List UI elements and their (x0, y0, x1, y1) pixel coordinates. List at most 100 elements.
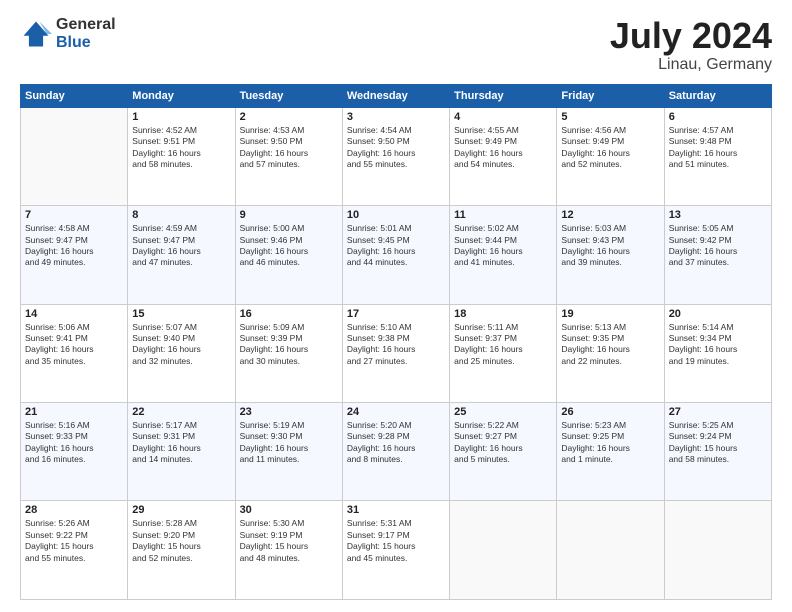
day-number: 11 (454, 209, 552, 221)
day-info: Sunrise: 5:28 AMSunset: 9:20 PMDaylight:… (132, 518, 230, 564)
header: General Blue July 2024 Linau, Germany (20, 16, 772, 74)
day-info: Sunrise: 5:17 AMSunset: 9:31 PMDaylight:… (132, 420, 230, 466)
day-info: Sunrise: 4:59 AMSunset: 9:47 PMDaylight:… (132, 223, 230, 269)
day-info: Sunrise: 5:14 AMSunset: 9:34 PMDaylight:… (669, 322, 767, 368)
col-wednesday: Wednesday (342, 84, 449, 107)
day-info: Sunrise: 4:57 AMSunset: 9:48 PMDaylight:… (669, 125, 767, 171)
day-number: 29 (132, 504, 230, 516)
day-info: Sunrise: 5:13 AMSunset: 9:35 PMDaylight:… (561, 322, 659, 368)
day-number: 14 (25, 308, 123, 320)
day-number: 15 (132, 308, 230, 320)
table-row: 8 Sunrise: 4:59 AMSunset: 9:47 PMDaylight… (128, 206, 235, 304)
day-number: 13 (669, 209, 767, 221)
table-row: 11 Sunrise: 5:02 AMSunset: 9:44 PMDayligh… (450, 206, 557, 304)
day-info: Sunrise: 5:22 AMSunset: 9:27 PMDaylight:… (454, 420, 552, 466)
day-info: Sunrise: 5:00 AMSunset: 9:46 PMDaylight:… (240, 223, 338, 269)
day-info: Sunrise: 4:55 AMSunset: 9:49 PMDaylight:… (454, 125, 552, 171)
col-tuesday: Tuesday (235, 84, 342, 107)
logo-general: General (56, 16, 116, 34)
logo-icon (20, 18, 52, 50)
day-number: 26 (561, 406, 659, 418)
day-info: Sunrise: 4:53 AMSunset: 9:50 PMDaylight:… (240, 125, 338, 171)
day-info: Sunrise: 5:20 AMSunset: 9:28 PMDaylight:… (347, 420, 445, 466)
calendar-week-3: 21 Sunrise: 5:16 AMSunset: 9:33 PMDayligh… (21, 403, 772, 501)
table-row: 2 Sunrise: 4:53 AMSunset: 9:50 PMDaylight… (235, 107, 342, 205)
table-row: 14 Sunrise: 5:06 AMSunset: 9:41 PMDayligh… (21, 304, 128, 402)
table-row: 12Sunrise: 5:03 AMSunset: 9:43 PMDayligh… (557, 206, 664, 304)
day-info: Sunrise: 5:05 AMSunset: 9:42 PMDaylight:… (669, 223, 767, 269)
day-number: 18 (454, 308, 552, 320)
table-row: 27 Sunrise: 5:25 AMSunset: 9:24 PMDayligh… (664, 403, 771, 501)
table-row: 5Sunrise: 4:56 AMSunset: 9:49 PMDaylight… (557, 107, 664, 205)
header-row: Sunday Monday Tuesday Wednesday Thursday… (21, 84, 772, 107)
day-info: Sunrise: 5:06 AMSunset: 9:41 PMDaylight:… (25, 322, 123, 368)
table-row: 15 Sunrise: 5:07 AMSunset: 9:40 PMDayligh… (128, 304, 235, 402)
table-row: 4 Sunrise: 4:55 AMSunset: 9:49 PMDaylight… (450, 107, 557, 205)
day-info: Sunrise: 5:01 AMSunset: 9:45 PMDaylight:… (347, 223, 445, 269)
table-row: 22 Sunrise: 5:17 AMSunset: 9:31 PMDayligh… (128, 403, 235, 501)
col-friday: Friday (557, 84, 664, 107)
day-info: Sunrise: 5:25 AMSunset: 9:24 PMDaylight:… (669, 420, 767, 466)
day-info: Sunrise: 5:02 AMSunset: 9:44 PMDaylight:… (454, 223, 552, 269)
table-row: 23 Sunrise: 5:19 AMSunset: 9:30 PMDayligh… (235, 403, 342, 501)
table-row: 29 Sunrise: 5:28 AMSunset: 9:20 PMDayligh… (128, 501, 235, 600)
day-info: Sunrise: 5:07 AMSunset: 9:40 PMDaylight:… (132, 322, 230, 368)
day-number: 30 (240, 504, 338, 516)
day-info: Sunrise: 5:31 AMSunset: 9:17 PMDaylight:… (347, 518, 445, 564)
day-info: Sunrise: 5:23 AMSunset: 9:25 PMDaylight:… (561, 420, 659, 466)
day-number: 10 (347, 209, 445, 221)
day-number: 16 (240, 308, 338, 320)
table-row: 30 Sunrise: 5:30 AMSunset: 9:19 PMDayligh… (235, 501, 342, 600)
table-row: 21 Sunrise: 5:16 AMSunset: 9:33 PMDayligh… (21, 403, 128, 501)
day-number: 23 (240, 406, 338, 418)
day-number: 21 (25, 406, 123, 418)
day-number: 3 (347, 111, 445, 123)
calendar-week-1: 7 Sunrise: 4:58 AMSunset: 9:47 PMDaylight… (21, 206, 772, 304)
logo-text: General Blue (56, 16, 116, 51)
day-info: Sunrise: 5:26 AMSunset: 9:22 PMDaylight:… (25, 518, 123, 564)
table-row: 25Sunrise: 5:22 AMSunset: 9:27 PMDayligh… (450, 403, 557, 501)
col-sunday: Sunday (21, 84, 128, 107)
table-row: 18Sunrise: 5:11 AMSunset: 9:37 PMDayligh… (450, 304, 557, 402)
location: Linau, Germany (610, 56, 772, 74)
day-info: Sunrise: 5:10 AMSunset: 9:38 PMDaylight:… (347, 322, 445, 368)
month-title: July 2024 (610, 16, 772, 56)
col-thursday: Thursday (450, 84, 557, 107)
day-info: Sunrise: 5:16 AMSunset: 9:33 PMDaylight:… (25, 420, 123, 466)
table-row: 19 Sunrise: 5:13 AMSunset: 9:35 PMDayligh… (557, 304, 664, 402)
day-number: 2 (240, 111, 338, 123)
table-row: 20Sunrise: 5:14 AMSunset: 9:34 PMDayligh… (664, 304, 771, 402)
day-number: 31 (347, 504, 445, 516)
day-number: 17 (347, 308, 445, 320)
day-number: 7 (25, 209, 123, 221)
logo: General Blue (20, 16, 116, 51)
logo-blue: Blue (56, 34, 116, 52)
day-number: 28 (25, 504, 123, 516)
calendar-table: Sunday Monday Tuesday Wednesday Thursday… (20, 84, 772, 600)
table-row: 16 Sunrise: 5:09 AMSunset: 9:39 PMDayligh… (235, 304, 342, 402)
day-number: 27 (669, 406, 767, 418)
day-number: 19 (561, 308, 659, 320)
day-info: Sunrise: 4:58 AMSunset: 9:47 PMDaylight:… (25, 223, 123, 269)
table-row: 10 Sunrise: 5:01 AMSunset: 9:45 PMDayligh… (342, 206, 449, 304)
day-info: Sunrise: 4:56 AMSunset: 9:49 PMDaylight:… (561, 125, 659, 171)
day-info: Sunrise: 4:54 AMSunset: 9:50 PMDaylight:… (347, 125, 445, 171)
day-number: 8 (132, 209, 230, 221)
title-block: July 2024 Linau, Germany (610, 16, 772, 74)
table-row: 9Sunrise: 5:00 AMSunset: 9:46 PMDaylight… (235, 206, 342, 304)
day-info: Sunrise: 5:19 AMSunset: 9:30 PMDaylight:… (240, 420, 338, 466)
table-row: 1Sunrise: 4:52 AMSunset: 9:51 PMDaylight… (128, 107, 235, 205)
table-row (557, 501, 664, 600)
day-number: 22 (132, 406, 230, 418)
table-row: 31 Sunrise: 5:31 AMSunset: 9:17 PMDayligh… (342, 501, 449, 600)
day-info: Sunrise: 5:30 AMSunset: 9:19 PMDaylight:… (240, 518, 338, 564)
page: General Blue July 2024 Linau, Germany Su… (0, 0, 792, 612)
table-row: 3 Sunrise: 4:54 AMSunset: 9:50 PMDaylight… (342, 107, 449, 205)
table-row: 26 Sunrise: 5:23 AMSunset: 9:25 PMDayligh… (557, 403, 664, 501)
day-info: Sunrise: 4:52 AMSunset: 9:51 PMDaylight:… (132, 125, 230, 171)
day-info: Sunrise: 5:09 AMSunset: 9:39 PMDaylight:… (240, 322, 338, 368)
col-monday: Monday (128, 84, 235, 107)
calendar-week-2: 14 Sunrise: 5:06 AMSunset: 9:41 PMDayligh… (21, 304, 772, 402)
day-number: 4 (454, 111, 552, 123)
day-number: 24 (347, 406, 445, 418)
